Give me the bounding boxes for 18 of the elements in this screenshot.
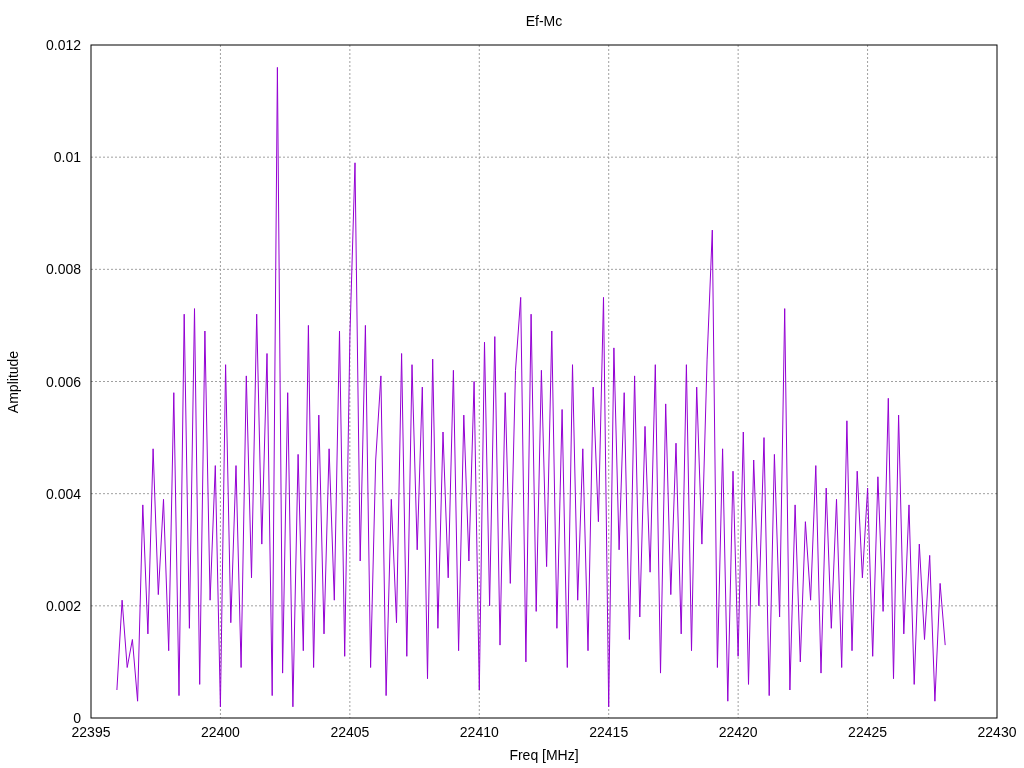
y-tick-label: 0.012 [45, 37, 81, 53]
y-tick-label: 0.004 [45, 485, 81, 502]
x-tick-label: 22425 [848, 724, 888, 740]
y-tick-label: 0.01 [53, 149, 81, 166]
x-tick-label: 22405 [330, 724, 370, 740]
x-tick-label: 22410 [459, 724, 499, 740]
y-axis-label: Amplitude [5, 350, 21, 414]
x-tick-label: 22430 [977, 724, 1017, 740]
y-tick-label: 0.006 [45, 373, 81, 390]
x-tick-label: 22395 [71, 724, 111, 740]
y-tick-label: 0.008 [45, 261, 81, 278]
chart-title: Ef-Mc [525, 13, 563, 29]
y-tick-label: 0 [73, 710, 81, 726]
y-tick-label: 0.002 [45, 597, 81, 614]
x-axis-label: Freq [MHz] [509, 747, 579, 763]
x-tick-label: 22420 [718, 724, 758, 740]
x-tick-label: 22400 [200, 724, 240, 740]
x-tick-label: 22415 [589, 724, 629, 740]
